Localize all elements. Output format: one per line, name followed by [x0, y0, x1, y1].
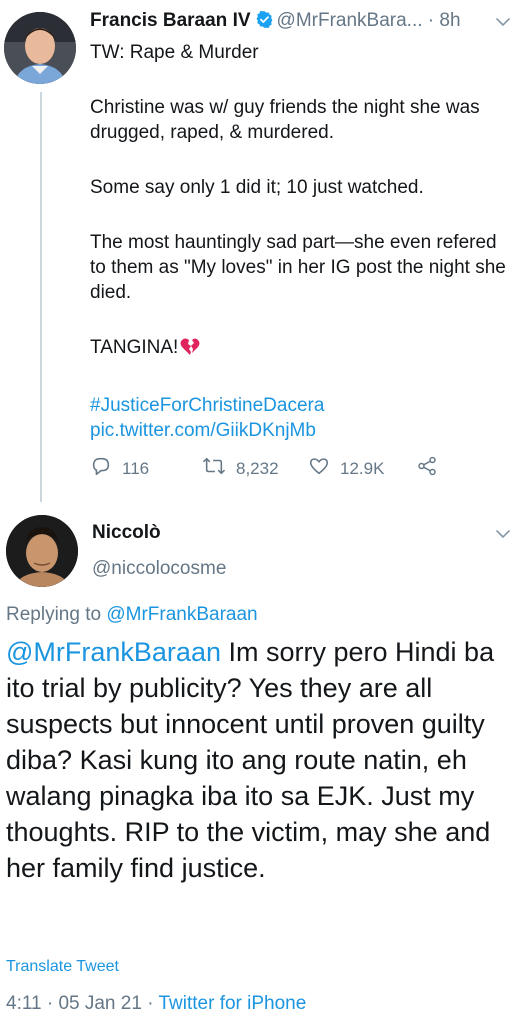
hashtag-link[interactable]: #JusticeForChristineDacera — [90, 395, 324, 416]
reply-icon — [90, 455, 122, 482]
separator-dot: · — [427, 10, 435, 31]
replying-to-handle[interactable]: @MrFrankBaraan — [106, 604, 257, 625]
reply-body: Im sorry pero Hindi ba ito trial by publ… — [6, 637, 495, 883]
avatar[interactable] — [4, 12, 76, 84]
chevron-down-icon[interactable] — [495, 526, 511, 547]
chevron-down-icon[interactable] — [495, 14, 511, 35]
like-action[interactable]: 12.9K — [308, 455, 384, 482]
tweet-paragraph: The most hauntingly sad part—she even re… — [90, 232, 506, 303]
translate-tweet-link[interactable]: Translate Tweet — [6, 958, 119, 976]
avatar[interactable] — [6, 515, 78, 587]
tweet-paragraph: Some say only 1 did it; 10 just watched. — [90, 177, 424, 198]
tweet-exclamation: TANGINA! — [90, 337, 179, 358]
author-handle[interactable]: @MrFrankBara... — [277, 10, 423, 31]
thread-connector-line — [40, 92, 42, 502]
reply-action[interactable]: 116 — [90, 455, 149, 482]
retweet-action[interactable]: 8,232 — [202, 455, 279, 482]
replying-to: Replying to @MrFrankBaraan — [6, 604, 258, 626]
author-name[interactable]: Francis Baraan IV — [90, 10, 251, 31]
tweet-time[interactable]: 8h — [439, 10, 460, 31]
like-count: 12.9K — [340, 458, 385, 478]
timestamp: 4:11 · 05 Jan 21 · — [6, 993, 159, 1014]
retweet-count: 8,232 — [236, 458, 279, 478]
broken-heart-icon — [180, 337, 200, 363]
reply-count: 116 — [122, 458, 150, 478]
tweet-metadata: 4:11 · 05 Jan 21 · Twitter for iPhone — [6, 993, 306, 1015]
tweet-text: TW: Rape & Murder Christine was w/ guy f… — [90, 40, 510, 443]
like-icon — [308, 455, 340, 482]
share-action[interactable] — [416, 455, 448, 482]
pic-link[interactable]: pic.twitter.com/GiikDKnjMb — [90, 420, 316, 441]
tweet-header: Francis Baraan IV @MrFrankBara... · 8h — [90, 10, 515, 38]
reply-text: @MrFrankBaraan Im sorry pero Hindi ba it… — [6, 634, 514, 886]
retweet-icon — [202, 455, 236, 482]
source-link[interactable]: Twitter for iPhone — [158, 993, 306, 1014]
share-icon — [416, 455, 448, 482]
content-warning: TW: Rape & Murder — [90, 42, 259, 63]
author-name[interactable]: Niccolò — [92, 522, 161, 544]
tweet-paragraph: Christine was w/ guy friends the night s… — [90, 97, 480, 143]
verified-badge-icon — [255, 10, 274, 35]
author-handle[interactable]: @niccolocosme — [92, 558, 226, 580]
mention-link[interactable]: @MrFrankBaraan — [6, 637, 221, 667]
replying-to-label: Replying to — [6, 604, 102, 625]
